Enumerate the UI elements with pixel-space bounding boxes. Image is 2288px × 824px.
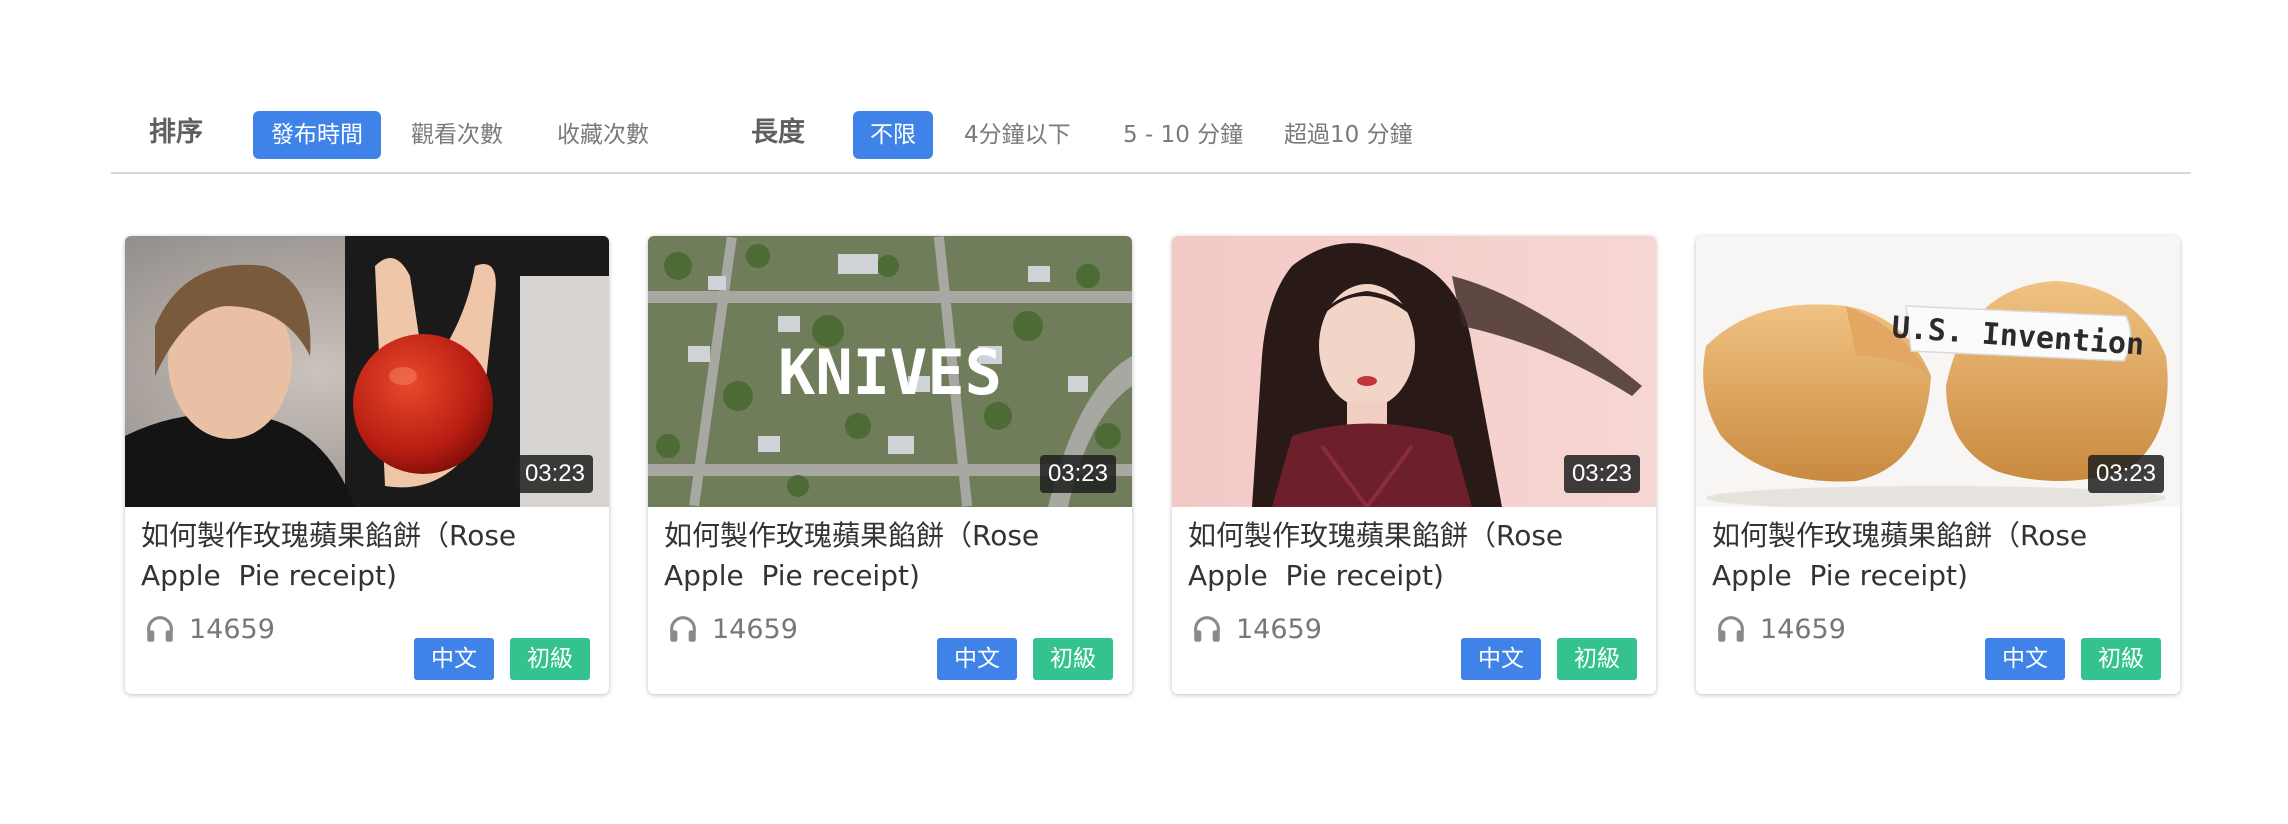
sort-option-views[interactable]: 觀看次數 (411, 111, 503, 159)
listen-count: 14659 (712, 614, 798, 645)
thumbnail-text: KNIVES (778, 336, 1002, 409)
headphones-icon (147, 616, 173, 642)
headphones-icon (1718, 616, 1744, 642)
video-title[interactable]: 如何製作玫瑰蘋果餡餅（Rose Apple Pie receipt) (141, 516, 591, 596)
length-option-under-4[interactable]: 4分鐘以下 (964, 111, 1071, 159)
length-option-any[interactable]: 不限 (853, 111, 933, 159)
video-thumbnail[interactable]: 03:23 (1172, 236, 1656, 507)
video-card[interactable]: 03:23 如何製作玫瑰蘋果餡餅（Rose Apple Pie receipt)… (125, 236, 609, 694)
listen-count: 14659 (1760, 614, 1846, 645)
video-title[interactable]: 如何製作玫瑰蘋果餡餅（Rose Apple Pie receipt) (664, 516, 1114, 596)
sort-option-publish-time[interactable]: 發布時間 (253, 111, 381, 159)
video-title[interactable]: 如何製作玫瑰蘋果餡餅（Rose Apple Pie receipt) (1188, 516, 1638, 596)
filter-bar: 排序 發布時間 觀看次數 收藏次數 長度 不限 4分鐘以下 5 - 10 分鐘 … (111, 108, 2191, 174)
level-tag: 初級 (1033, 638, 1113, 680)
duration-badge: 03:23 (516, 455, 593, 493)
headphones-icon (670, 616, 696, 642)
duration-badge: 03:23 (1563, 455, 1640, 493)
duration-badge: 03:23 (1039, 455, 1116, 493)
level-tag: 初級 (2081, 638, 2161, 680)
video-card[interactable]: 03:23 如何製作玫瑰蘋果餡餅（Rose Apple Pie receipt)… (1172, 236, 1656, 694)
level-tag: 初級 (1557, 638, 1637, 680)
language-tag: 中文 (1461, 638, 1541, 680)
duration-badge: 03:23 (2087, 455, 2164, 493)
listen-count: 14659 (1236, 614, 1322, 645)
level-tag: 初級 (510, 638, 590, 680)
sort-option-favorites[interactable]: 收藏次數 (557, 111, 649, 159)
length-option-5-10[interactable]: 5 - 10 分鐘 (1123, 111, 1243, 159)
video-thumbnail[interactable]: U.S. Invention 03:23 (1696, 236, 2180, 507)
sort-label: 排序 (149, 117, 203, 148)
video-thumbnail[interactable]: KNIVES 03:23 (648, 236, 1132, 507)
video-title[interactable]: 如何製作玫瑰蘋果餡餅（Rose Apple Pie receipt) (1712, 516, 2162, 596)
listen-count: 14659 (189, 614, 275, 645)
video-card[interactable]: U.S. Invention 03:23 如何製作玫瑰蘋果餡餅（Rose App… (1696, 236, 2180, 694)
language-tag: 中文 (414, 638, 494, 680)
video-card[interactable]: KNIVES 03:23 如何製作玫瑰蘋果餡餅（Rose Apple Pie r… (648, 236, 1132, 694)
language-tag: 中文 (937, 638, 1017, 680)
video-thumbnail[interactable]: 03:23 (125, 236, 609, 507)
language-tag: 中文 (1985, 638, 2065, 680)
length-option-over-10[interactable]: 超過10 分鐘 (1284, 111, 1413, 159)
headphones-icon (1194, 616, 1220, 642)
length-label: 長度 (751, 117, 805, 148)
